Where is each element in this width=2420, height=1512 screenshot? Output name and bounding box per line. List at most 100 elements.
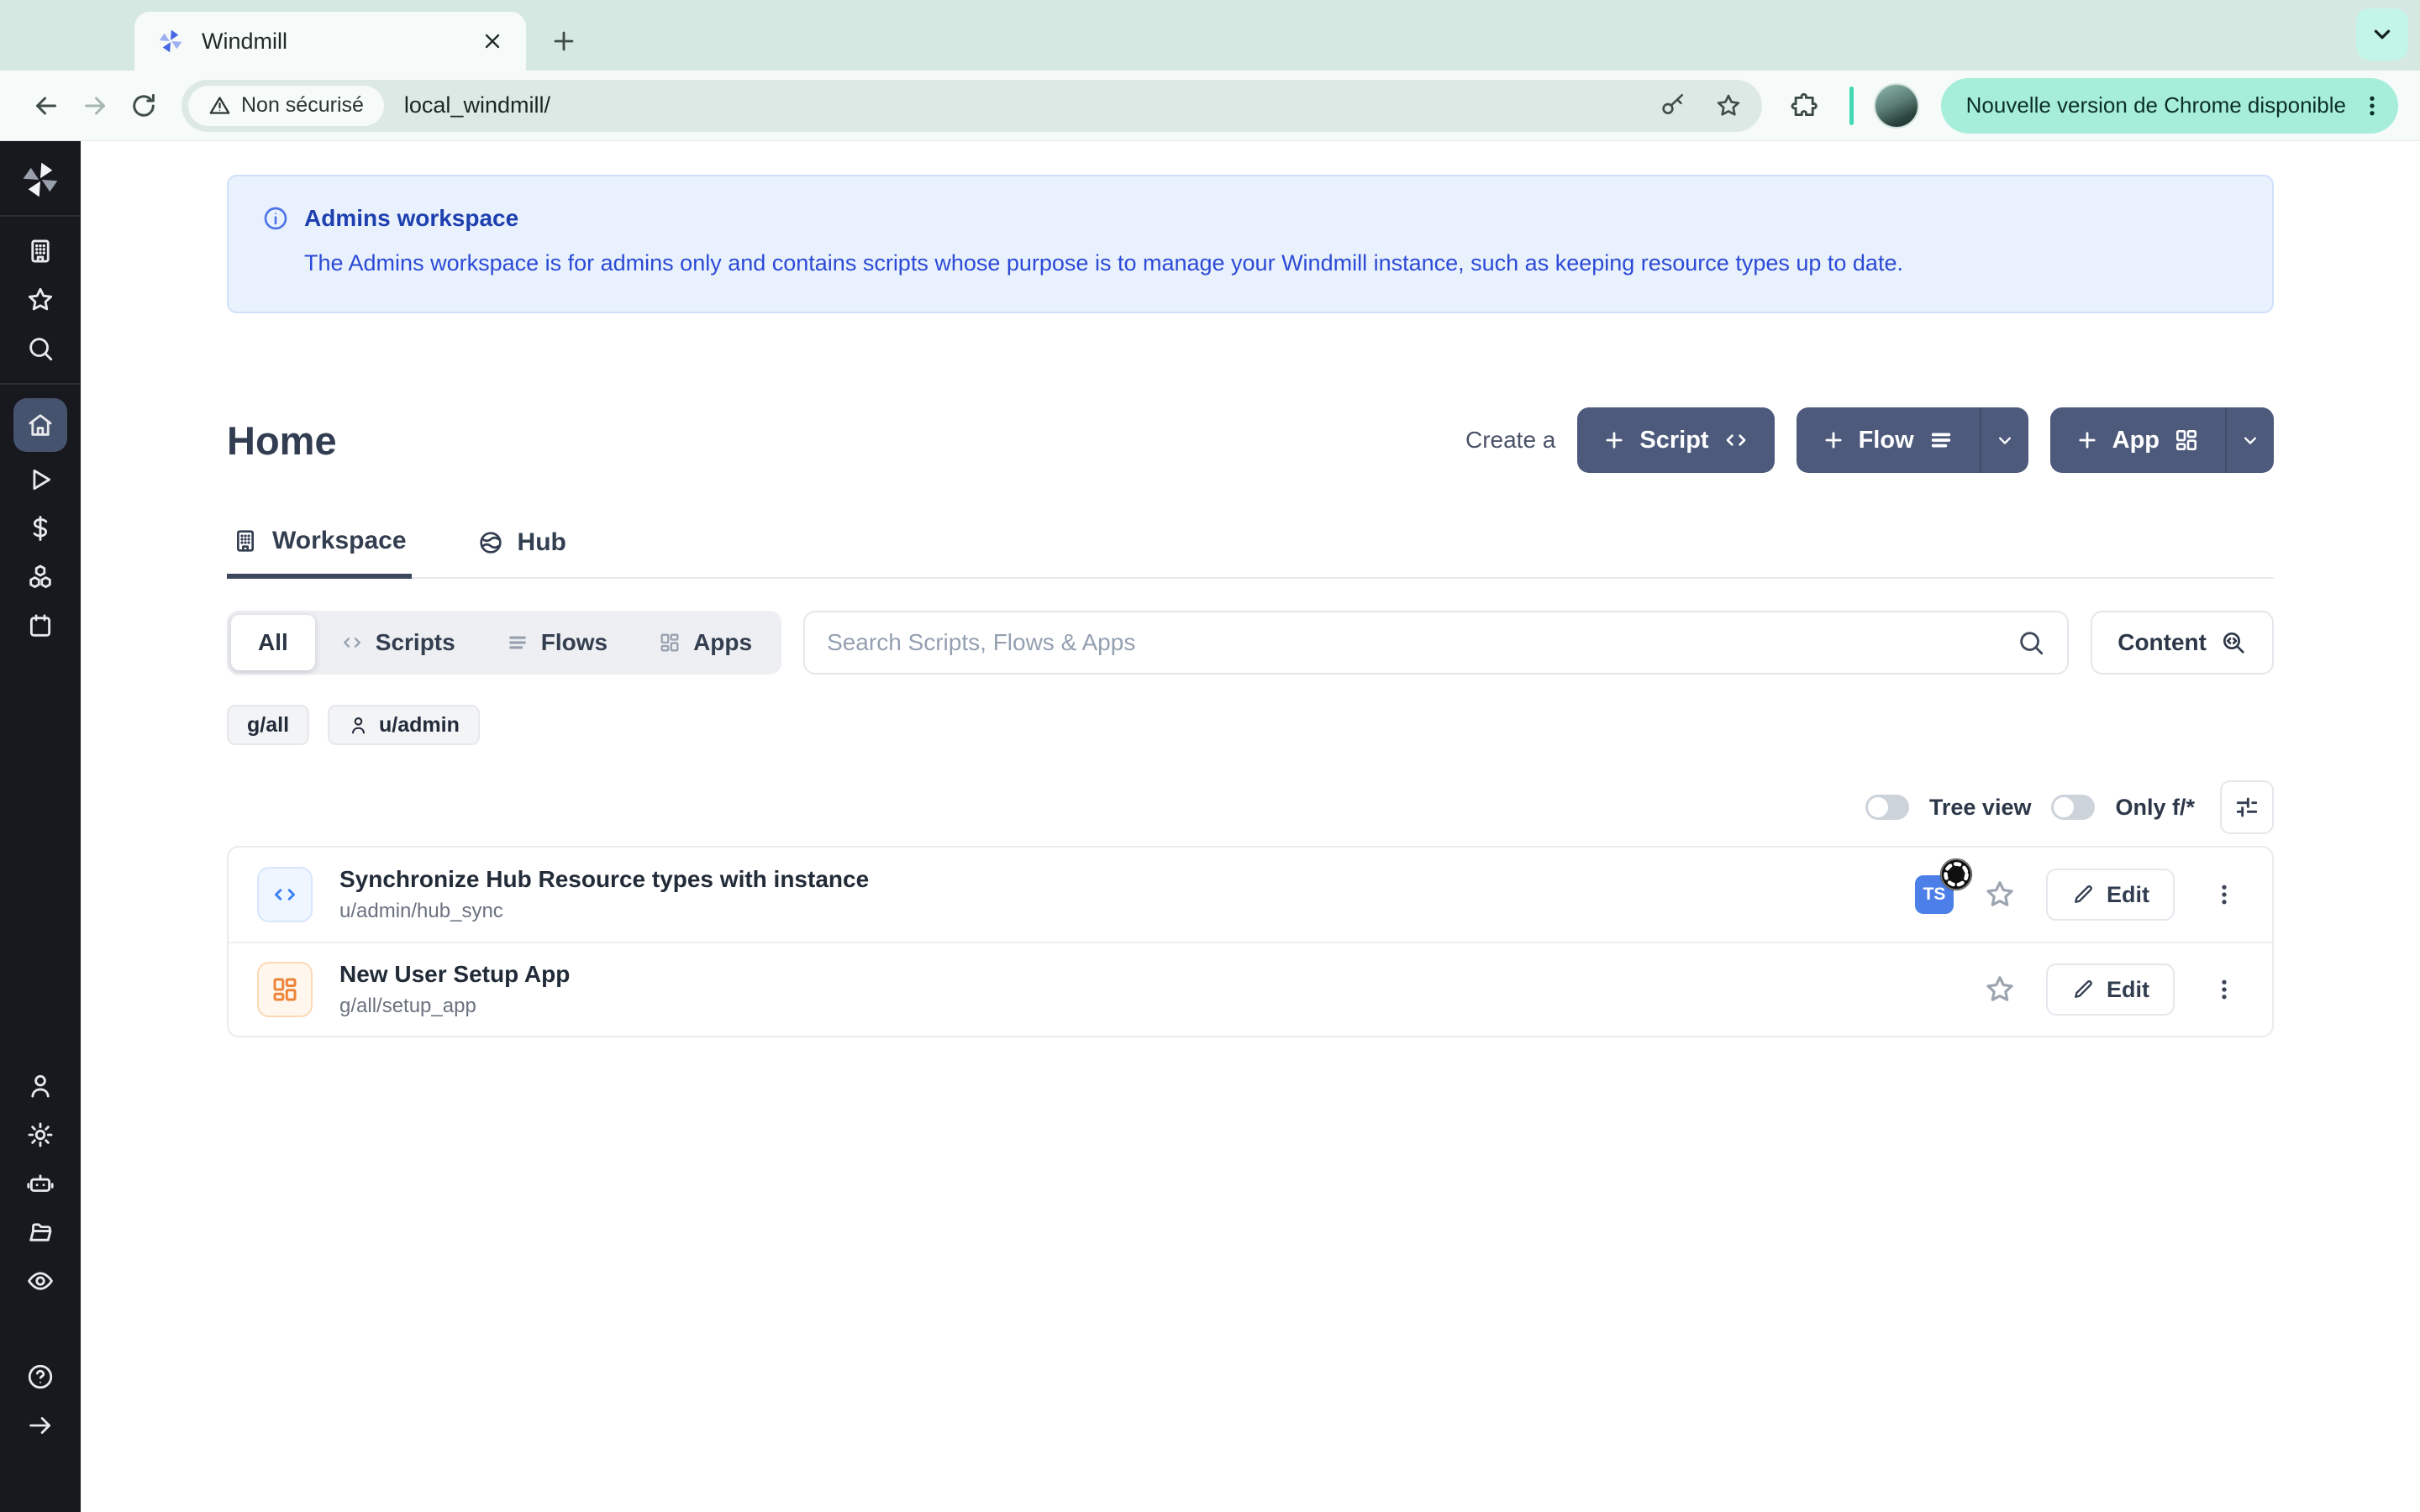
item-path: g/all/setup_app bbox=[339, 995, 570, 1018]
busy-cursor bbox=[1937, 855, 1975, 894]
browser-menu-kebab-icon[interactable] bbox=[2360, 93, 2385, 118]
pencil-icon bbox=[2071, 883, 2095, 906]
sidebar-item-runs[interactable] bbox=[0, 455, 81, 504]
sidebar-item-resources[interactable] bbox=[0, 553, 81, 601]
tab-hub[interactable]: Hub bbox=[472, 527, 571, 577]
sidebar-item-workers[interactable] bbox=[0, 1159, 81, 1208]
chrome-update-button[interactable]: Nouvelle version de Chrome disponible bbox=[1941, 78, 2398, 134]
person-icon bbox=[348, 715, 369, 736]
code-icon bbox=[1723, 427, 1749, 454]
tab-workspace-label: Workspace bbox=[272, 527, 407, 555]
windmill-logo-icon[interactable] bbox=[18, 155, 62, 205]
tab-search-button[interactable] bbox=[2356, 8, 2408, 60]
sidebar-divider bbox=[0, 383, 81, 385]
password-key-icon[interactable] bbox=[1660, 92, 1686, 119]
admins-workspace-banner: Admins workspace The Admins workspace is… bbox=[227, 175, 2274, 313]
pencil-icon bbox=[2071, 978, 2095, 1001]
main-area: Admins workspace The Admins workspace is… bbox=[81, 141, 2420, 1512]
item-title[interactable]: Synchronize Hub Resource types with inst… bbox=[339, 866, 869, 893]
search-box[interactable] bbox=[803, 611, 2069, 675]
banner-title: Admins workspace bbox=[304, 205, 518, 232]
sidebar bbox=[0, 141, 81, 1512]
banner-description: The Admins workspace is for admins only … bbox=[304, 250, 2238, 276]
security-chip[interactable]: Non sécurisé bbox=[188, 86, 384, 126]
building-icon bbox=[232, 528, 259, 554]
tree-view-toggle[interactable] bbox=[1865, 795, 1909, 820]
list-item-app[interactable]: New User Setup App g/all/setup_app Edit bbox=[229, 942, 2272, 1036]
edit-button[interactable]: Edit bbox=[2046, 869, 2175, 921]
extensions-puzzle-icon[interactable] bbox=[1781, 81, 1829, 130]
tab-workspace[interactable]: Workspace bbox=[227, 527, 412, 579]
sidebar-item-help[interactable] bbox=[0, 1352, 81, 1401]
sidebar-item-variables[interactable] bbox=[0, 504, 81, 553]
favorite-star-icon[interactable] bbox=[1984, 879, 2016, 911]
tab-title: Windmill bbox=[202, 29, 287, 55]
content-search-button[interactable]: Content bbox=[2091, 611, 2274, 675]
sidebar-item-workspace[interactable] bbox=[0, 227, 81, 276]
owner-tag-group[interactable]: g/all bbox=[227, 705, 309, 745]
create-flow-dropdown[interactable] bbox=[1980, 407, 2028, 473]
security-label: Non sécurisé bbox=[241, 93, 364, 118]
layout-grid-icon bbox=[2173, 427, 2200, 454]
globe-icon bbox=[477, 529, 504, 556]
flow-bars-icon bbox=[506, 631, 529, 654]
browser-tab[interactable]: Windmill bbox=[134, 12, 526, 71]
content-button-label: Content bbox=[2118, 629, 2207, 656]
url-text[interactable]: local_windmill/ bbox=[404, 92, 550, 118]
create-app-label: App bbox=[2112, 427, 2160, 454]
filter-all[interactable]: All bbox=[231, 615, 315, 670]
browser-toolbar: Non sécurisé local_windmill/ Nouvelle ve… bbox=[0, 71, 2420, 141]
reload-button[interactable] bbox=[119, 81, 168, 130]
create-script-label: Script bbox=[1639, 427, 1708, 454]
view-tabs: Workspace Hub bbox=[227, 527, 2274, 579]
sidebar-item-search[interactable] bbox=[0, 324, 81, 373]
sidebar-item-folders[interactable] bbox=[0, 1208, 81, 1257]
create-flow-label: Flow bbox=[1859, 427, 1914, 454]
plus-icon bbox=[1822, 428, 1845, 452]
create-a-label: Create a bbox=[1465, 427, 1555, 454]
tab-close-icon[interactable] bbox=[481, 29, 504, 53]
sidebar-item-home[interactable] bbox=[13, 398, 67, 452]
filter-flows[interactable]: Flows bbox=[481, 615, 633, 670]
sidebar-divider bbox=[0, 215, 81, 217]
sidebar-item-audit-logs[interactable] bbox=[0, 1257, 81, 1305]
plus-icon bbox=[2075, 428, 2099, 452]
only-f-toggle[interactable] bbox=[2051, 795, 2095, 820]
item-menu-kebab-icon[interactable] bbox=[2205, 977, 2244, 1002]
owner-tag-user[interactable]: u/admin bbox=[328, 705, 480, 745]
create-script-button[interactable]: Script bbox=[1577, 407, 1774, 473]
back-button[interactable] bbox=[22, 81, 71, 130]
new-tab-button[interactable] bbox=[550, 27, 578, 55]
toolbar-separator bbox=[1849, 87, 1854, 125]
chrome-update-label: Nouvelle version de Chrome disponible bbox=[1966, 92, 2346, 118]
search-icon bbox=[2017, 628, 2045, 657]
search-input[interactable] bbox=[827, 629, 2017, 656]
sidebar-expand-arrow-icon[interactable] bbox=[0, 1401, 81, 1450]
sidebar-item-settings[interactable] bbox=[0, 1110, 81, 1159]
app-type-icon bbox=[257, 962, 313, 1017]
tree-view-label: Tree view bbox=[1929, 795, 2032, 821]
type-filter-group: All Scripts Flows Apps bbox=[227, 611, 781, 675]
item-title[interactable]: New User Setup App bbox=[339, 961, 570, 988]
forward-button[interactable] bbox=[71, 81, 119, 130]
profile-avatar[interactable] bbox=[1874, 83, 1919, 129]
create-flow-button[interactable]: Flow bbox=[1797, 407, 2028, 473]
list-item-script[interactable]: Synchronize Hub Resource types with inst… bbox=[229, 848, 2272, 942]
sidebar-item-schedules[interactable] bbox=[0, 601, 81, 650]
browser-tab-strip: Windmill bbox=[0, 0, 2420, 71]
item-menu-kebab-icon[interactable] bbox=[2205, 882, 2244, 907]
bookmark-star-icon[interactable] bbox=[1715, 92, 1742, 119]
address-bar[interactable]: Non sécurisé local_windmill/ bbox=[182, 80, 1762, 132]
edit-button[interactable]: Edit bbox=[2046, 963, 2175, 1016]
sidebar-item-favorites[interactable] bbox=[0, 276, 81, 324]
filter-scripts[interactable]: Scripts bbox=[315, 615, 481, 670]
page-title: Home bbox=[227, 417, 337, 464]
create-app-dropdown[interactable] bbox=[2225, 407, 2274, 473]
plus-icon bbox=[1602, 428, 1626, 452]
filter-apps[interactable]: Apps bbox=[633, 615, 777, 670]
sidebar-item-users[interactable] bbox=[0, 1062, 81, 1110]
info-icon bbox=[262, 205, 289, 232]
display-settings-button[interactable] bbox=[2220, 780, 2274, 834]
favorite-star-icon[interactable] bbox=[1984, 974, 2016, 1005]
create-app-button[interactable]: App bbox=[2050, 407, 2274, 473]
